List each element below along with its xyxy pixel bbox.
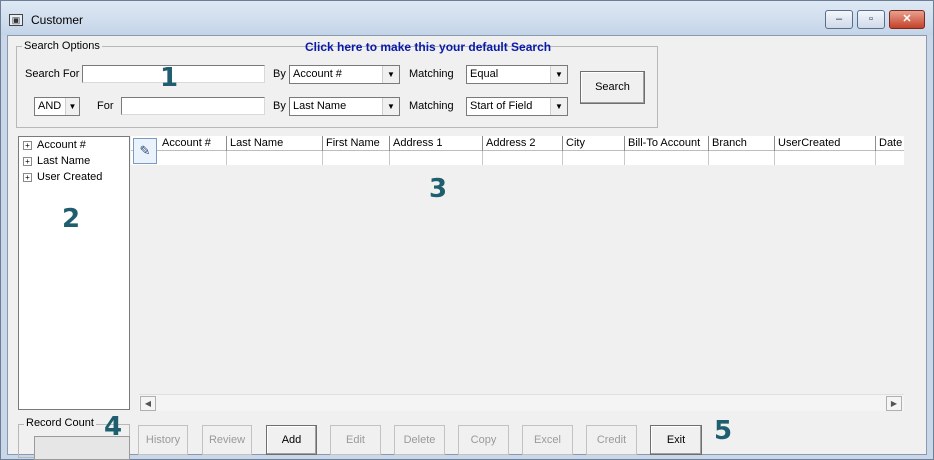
expand-icon[interactable]: + — [23, 140, 32, 150]
column-header-first-name[interactable]: First Name — [323, 136, 390, 151]
operator-select-value: AND — [38, 100, 62, 112]
matching-select-1[interactable]: Equal ▼ — [466, 65, 568, 84]
default-search-link[interactable]: Click here to make this your default Sea… — [305, 40, 551, 54]
for-label: For — [97, 100, 114, 112]
table-cell[interactable] — [483, 151, 563, 165]
chevron-down-icon[interactable]: ▼ — [550, 98, 567, 115]
table-cell[interactable] — [227, 151, 323, 165]
add-button[interactable]: Add — [266, 425, 317, 455]
delete-button[interactable]: Delete — [394, 425, 445, 455]
scroll-right-icon[interactable]: ▶ — [886, 396, 902, 411]
column-header-address2[interactable]: Address 2 — [483, 136, 563, 151]
search-button[interactable]: Search — [580, 71, 645, 104]
maximize-button[interactable]: ▫ — [857, 10, 885, 29]
search-for-label: Search For — [25, 68, 80, 80]
grid-header: Account # Last Name First Name Address 1… — [131, 136, 904, 151]
customer-window: ▣ Customer – ▫ ✕ Search Options Click he… — [0, 0, 934, 460]
matching-select-2[interactable]: Start of Field ▼ — [466, 97, 568, 116]
record-count-legend: Record Count — [24, 417, 96, 429]
marker-2: 2 — [62, 204, 81, 234]
tree-item-user-created[interactable]: + User Created — [23, 171, 102, 187]
marker-1: 1 — [160, 63, 179, 93]
tree-item-label: Account # — [37, 139, 86, 151]
expand-icon[interactable]: + — [23, 172, 32, 182]
marker-5: 5 — [714, 416, 733, 446]
operator-select[interactable]: AND ▼ — [34, 97, 80, 116]
column-header-date[interactable]: Date — [876, 136, 904, 151]
for-input[interactable] — [121, 97, 265, 115]
scroll-left-icon[interactable]: ◀ — [140, 396, 156, 411]
tree-item-account[interactable]: + Account # — [23, 139, 86, 155]
table-cell[interactable] — [323, 151, 390, 165]
window-title: Customer — [31, 13, 84, 27]
client-area: Search Options Click here to make this y… — [7, 35, 927, 460]
by-select-1[interactable]: Account # ▼ — [289, 65, 400, 84]
column-header-last-name[interactable]: Last Name — [227, 136, 323, 151]
search-options-legend: Search Options — [22, 40, 102, 52]
exit-button[interactable]: Exit — [650, 425, 702, 455]
by-label-1: By — [273, 68, 286, 80]
credit-button[interactable]: Credit — [586, 425, 637, 455]
by-select-1-value: Account # — [293, 68, 342, 80]
table-cell[interactable] — [775, 151, 876, 165]
column-header-city[interactable]: City — [563, 136, 625, 151]
column-header-address1[interactable]: Address 1 — [390, 136, 483, 151]
by-label-2: By — [273, 100, 286, 112]
matching-select-1-value: Equal — [470, 68, 499, 80]
matching-label-2: Matching — [409, 100, 454, 112]
app-icon: ▣ — [9, 14, 23, 26]
by-select-2-value: Last Name — [293, 100, 347, 112]
excel-button[interactable]: Excel — [522, 425, 573, 455]
marker-4: 4 — [104, 412, 123, 442]
expand-icon[interactable]: + — [23, 156, 32, 166]
history-button[interactable]: History — [138, 425, 188, 455]
review-button[interactable]: Review — [202, 425, 252, 455]
chevron-down-icon[interactable]: ▼ — [65, 98, 79, 115]
table-cell[interactable] — [563, 151, 625, 165]
table-cell[interactable] — [709, 151, 775, 165]
copy-button[interactable]: Copy — [458, 425, 509, 455]
search-tree[interactable]: + Account # + Last Name + User Created — [18, 136, 130, 410]
column-header-account[interactable]: Account # — [159, 136, 227, 151]
results-grid[interactable]: Account # Last Name First Name Address 1… — [131, 136, 904, 416]
edit-button[interactable]: Edit — [330, 425, 381, 455]
table-row[interactable] — [131, 151, 904, 165]
tree-item-label: User Created — [37, 171, 103, 183]
title-bar[interactable]: ▣ Customer – ▫ ✕ — [1, 1, 933, 35]
minimize-button[interactable]: – — [825, 10, 853, 29]
tree-item-label: Last Name — [37, 155, 91, 167]
column-header-user-created[interactable]: UserCreated — [775, 136, 876, 151]
column-header-bill-to[interactable]: Bill-To Account — [625, 136, 709, 151]
chevron-down-icon[interactable]: ▼ — [382, 66, 399, 83]
matching-label-1: Matching — [409, 68, 454, 80]
by-select-2[interactable]: Last Name ▼ — [289, 97, 400, 116]
horizontal-scrollbar[interactable]: ◀ ▶ — [139, 394, 904, 411]
grid-edit-icon[interactable]: ✎ — [133, 138, 157, 164]
table-cell[interactable] — [625, 151, 709, 165]
chevron-down-icon[interactable]: ▼ — [550, 66, 567, 83]
tree-item-last-name[interactable]: + Last Name — [23, 155, 90, 171]
matching-select-2-value: Start of Field — [470, 100, 533, 112]
marker-3: 3 — [429, 174, 448, 204]
chevron-down-icon[interactable]: ▼ — [382, 98, 399, 115]
table-cell[interactable] — [159, 151, 227, 165]
table-cell[interactable] — [390, 151, 483, 165]
close-button[interactable]: ✕ — [889, 10, 925, 29]
column-header-branch[interactable]: Branch — [709, 136, 775, 151]
